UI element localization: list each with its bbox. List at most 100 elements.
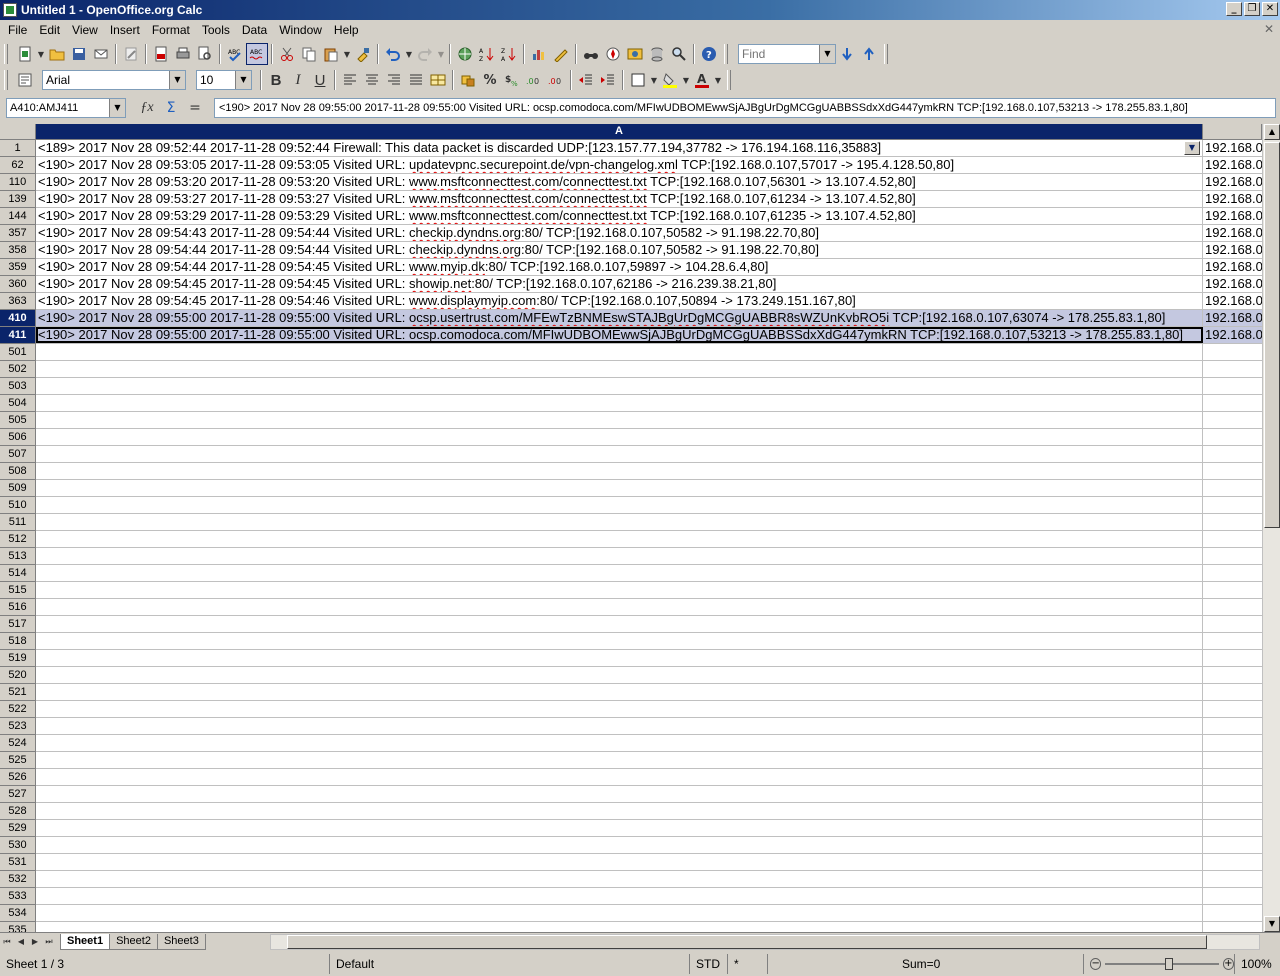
row-header[interactable]: 512: [0, 531, 36, 548]
row-header[interactable]: 508: [0, 463, 36, 480]
row-header[interactable]: 62: [0, 157, 36, 174]
cell-b[interactable]: 192.168.0: [1203, 140, 1262, 156]
help-icon[interactable]: ?: [698, 43, 720, 65]
cell-a[interactable]: [36, 837, 1203, 853]
row-header[interactable]: 360: [0, 276, 36, 293]
align-center-icon[interactable]: [361, 69, 383, 91]
clone-formatting-icon[interactable]: [352, 43, 374, 65]
menu-help[interactable]: Help: [328, 23, 365, 37]
gallery-icon[interactable]: [624, 43, 646, 65]
menu-format[interactable]: Format: [146, 23, 196, 37]
cell-a[interactable]: [36, 514, 1203, 530]
row-header[interactable]: 517: [0, 616, 36, 633]
font-size-dropdown-icon[interactable]: ▼: [235, 71, 251, 89]
find-replace-icon[interactable]: [580, 43, 602, 65]
cell-b[interactable]: 192.168.0: [1203, 225, 1262, 241]
cell-b[interactable]: [1203, 616, 1262, 632]
row-header[interactable]: 531: [0, 854, 36, 871]
row-header[interactable]: 358: [0, 242, 36, 259]
cell-b[interactable]: [1203, 684, 1262, 700]
row-header[interactable]: 363: [0, 293, 36, 310]
horizontal-scroll-thumb[interactable]: [287, 935, 1207, 949]
cell-a[interactable]: [36, 701, 1203, 717]
menu-view[interactable]: View: [66, 23, 104, 37]
menu-edit[interactable]: Edit: [33, 23, 66, 37]
cell-b[interactable]: 192.168.0: [1203, 157, 1262, 173]
increase-indent-icon[interactable]: [597, 69, 619, 91]
italic-icon[interactable]: I: [287, 69, 309, 91]
cell-b[interactable]: [1203, 667, 1262, 683]
cell-b[interactable]: [1203, 514, 1262, 530]
status-selection-mode[interactable]: STD: [690, 954, 728, 974]
row-header[interactable]: 511: [0, 514, 36, 531]
page-preview-icon[interactable]: [194, 43, 216, 65]
spellcheck-icon[interactable]: ABC: [224, 43, 246, 65]
cell-a[interactable]: [36, 871, 1203, 887]
row-header[interactable]: 359: [0, 259, 36, 276]
font-name-select[interactable]: Arial ▼: [42, 70, 186, 90]
row-header[interactable]: 505: [0, 412, 36, 429]
cell-b[interactable]: 192.168.0: [1203, 191, 1262, 207]
save-icon[interactable]: [68, 43, 90, 65]
toolbar-grip[interactable]: [4, 44, 8, 64]
background-color-icon[interactable]: [659, 69, 681, 91]
row-header[interactable]: 523: [0, 718, 36, 735]
edit-file-icon[interactable]: [120, 43, 142, 65]
scroll-down-icon[interactable]: ▼: [1264, 916, 1280, 932]
vertical-scroll-thumb[interactable]: [1264, 142, 1280, 528]
cell-a[interactable]: <189> 2017 Nov 28 09:52:44 2017-11-28 09…: [36, 140, 1203, 156]
cell-a[interactable]: <190> 2017 Nov 28 09:54:45 2017-11-28 09…: [36, 293, 1203, 309]
cell-a[interactable]: [36, 599, 1203, 615]
cell-b[interactable]: [1203, 718, 1262, 734]
standard-format-icon[interactable]: $%: [501, 69, 523, 91]
cell-a[interactable]: [36, 531, 1203, 547]
row-header[interactable]: 139: [0, 191, 36, 208]
cell-b[interactable]: [1203, 633, 1262, 649]
cell-b[interactable]: [1203, 582, 1262, 598]
font-color-dropdown-icon[interactable]: ▼: [713, 69, 723, 91]
name-box[interactable]: A410:AMJ411 ▼: [6, 98, 126, 118]
currency-format-icon[interactable]: [457, 69, 479, 91]
cell-b[interactable]: [1203, 803, 1262, 819]
new-document-icon[interactable]: [14, 43, 36, 65]
cell-b[interactable]: [1203, 395, 1262, 411]
cell-b[interactable]: [1203, 599, 1262, 615]
find-previous-icon[interactable]: [858, 43, 880, 65]
navigator-icon[interactable]: [602, 43, 624, 65]
cell-a[interactable]: [36, 650, 1203, 666]
spreadsheet-grid[interactable]: A 1 <189> 2017 Nov 28 09:52:44 2017-11-28…: [0, 124, 1280, 932]
percent-format-icon[interactable]: %: [479, 69, 501, 91]
cell-a[interactable]: [36, 344, 1203, 360]
first-sheet-icon[interactable]: ⏮: [0, 935, 14, 949]
open-folder-icon[interactable]: [46, 43, 68, 65]
sort-descending-icon[interactable]: ZA: [498, 43, 520, 65]
cell-a[interactable]: <190> 2017 Nov 28 09:53:20 2017-11-28 09…: [36, 174, 1203, 190]
row-header[interactable]: 513: [0, 548, 36, 565]
function-wizard-icon[interactable]: ƒx: [136, 97, 158, 119]
row-header[interactable]: 509: [0, 480, 36, 497]
cell-a[interactable]: [36, 888, 1203, 904]
hyperlink-icon[interactable]: [454, 43, 476, 65]
cell-b[interactable]: [1203, 752, 1262, 768]
row-header[interactable]: 533: [0, 888, 36, 905]
function-icon[interactable]: =: [184, 97, 206, 119]
row-header[interactable]: 1: [0, 140, 36, 157]
delete-decimal-icon[interactable]: .0 0: [545, 69, 567, 91]
cell-a[interactable]: [36, 548, 1203, 564]
cell-b[interactable]: [1203, 548, 1262, 564]
cell-a[interactable]: [36, 463, 1203, 479]
row-header[interactable]: 504: [0, 395, 36, 412]
close-button[interactable]: ✕: [1262, 2, 1278, 16]
horizontal-scrollbar[interactable]: [270, 934, 1260, 950]
cell-a[interactable]: [36, 786, 1203, 802]
redo-dropdown-icon[interactable]: ▼: [436, 43, 446, 65]
cell-b[interactable]: [1203, 701, 1262, 717]
cell-a[interactable]: [36, 752, 1203, 768]
menu-tools[interactable]: Tools: [196, 23, 236, 37]
cell-b[interactable]: 192.168.0: [1203, 174, 1262, 190]
align-right-icon[interactable]: [383, 69, 405, 91]
column-header-b[interactable]: [1203, 124, 1262, 140]
data-sources-icon[interactable]: [646, 43, 668, 65]
cell-a[interactable]: [36, 497, 1203, 513]
menu-file[interactable]: File: [2, 23, 33, 37]
